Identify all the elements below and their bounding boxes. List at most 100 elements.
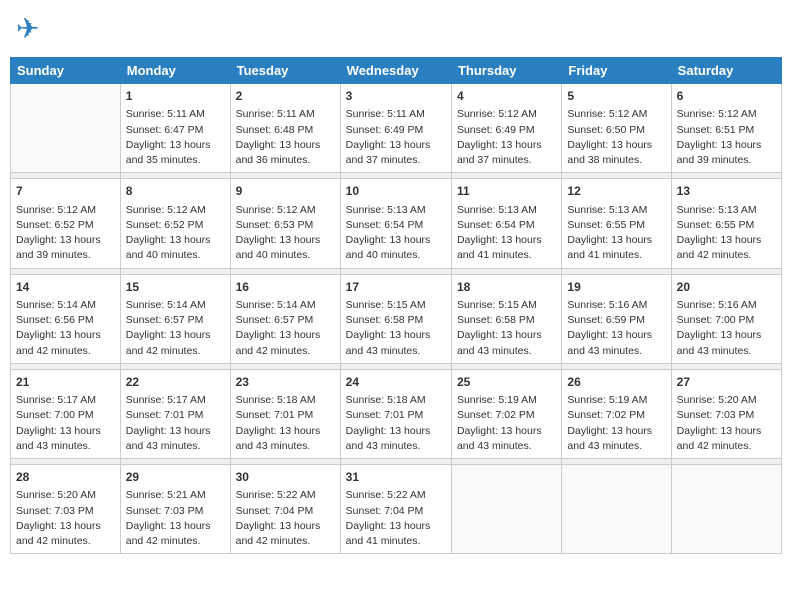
sunset-text: Sunset: 7:02 PM [567,409,645,421]
sunset-text: Sunset: 7:01 PM [126,409,204,421]
sunrise-text: Sunrise: 5:13 AM [677,204,757,216]
day-number: 15 [126,279,225,296]
calendar-cell: 10Sunrise: 5:13 AMSunset: 6:54 PMDayligh… [340,179,451,268]
sunset-text: Sunset: 7:03 PM [16,505,94,517]
sunset-text: Sunset: 6:58 PM [346,314,424,326]
sunrise-text: Sunrise: 5:12 AM [126,204,206,216]
calendar-cell: 18Sunrise: 5:15 AMSunset: 6:58 PMDayligh… [451,274,561,363]
day-number: 16 [236,279,335,296]
sunset-text: Sunset: 6:51 PM [677,124,755,136]
calendar-cell: 21Sunrise: 5:17 AMSunset: 7:00 PMDayligh… [11,369,121,458]
calendar-cell: 16Sunrise: 5:14 AMSunset: 6:57 PMDayligh… [230,274,340,363]
sunrise-text: Sunrise: 5:22 AM [346,489,426,501]
calendar-cell: 14Sunrise: 5:14 AMSunset: 6:56 PMDayligh… [11,274,121,363]
sunset-text: Sunset: 6:49 PM [346,124,424,136]
day-number: 2 [236,88,335,105]
sunrise-text: Sunrise: 5:14 AM [126,299,206,311]
calendar-cell: 5Sunrise: 5:12 AMSunset: 6:50 PMDaylight… [562,84,671,173]
sunrise-text: Sunrise: 5:12 AM [236,204,316,216]
day-number: 17 [346,279,446,296]
sunrise-text: Sunrise: 5:11 AM [126,108,205,120]
day-number: 1 [126,88,225,105]
sunset-text: Sunset: 6:54 PM [346,219,424,231]
day-number: 7 [16,183,115,200]
daylight-text: Daylight: 13 hours and 40 minutes. [236,234,321,261]
sunset-text: Sunset: 7:01 PM [346,409,424,421]
calendar-cell: 22Sunrise: 5:17 AMSunset: 7:01 PMDayligh… [120,369,230,458]
sunset-text: Sunset: 6:52 PM [16,219,94,231]
daylight-text: Daylight: 13 hours and 43 minutes. [457,329,542,356]
daylight-text: Daylight: 13 hours and 35 minutes. [126,139,211,166]
sunset-text: Sunset: 6:56 PM [16,314,94,326]
calendar-cell [11,84,121,173]
day-header-thursday: Thursday [451,58,561,84]
sunrise-text: Sunrise: 5:20 AM [677,394,757,406]
sunset-text: Sunset: 7:00 PM [677,314,755,326]
sunrise-text: Sunrise: 5:12 AM [567,108,647,120]
sunset-text: Sunset: 7:02 PM [457,409,535,421]
calendar-cell: 20 Sunrise: 5:16 AM Sunset: 7:00 PM Dayligh… [671,274,781,363]
daylight-text: Daylight: 13 hours and 43 minutes. [16,425,101,452]
sunrise-text: Sunrise: 5:12 AM [677,108,757,120]
daylight-text: Daylight: 13 hours and 37 minutes. [346,139,431,166]
calendar-week-row: 28Sunrise: 5:20 AMSunset: 7:03 PMDayligh… [11,465,782,554]
day-number: 28 [16,469,115,486]
daylight-text: Daylight: 13 hours and 42 minutes. [126,329,211,356]
svg-text:✈: ✈ [16,13,39,44]
sunrise-text: Sunrise: 5:15 AM [457,299,537,311]
day-number: 13 [677,183,776,200]
day-number: 31 [346,469,446,486]
daylight-text: Daylight: 13 hours and 40 minutes. [346,234,431,261]
calendar-cell: 3 Sunrise: 5:11 AM Sunset: 6:49 PM Daylight… [340,84,451,173]
calendar-cell: 30Sunrise: 5:22 AMSunset: 7:04 PMDayligh… [230,465,340,554]
day-header-tuesday: Tuesday [230,58,340,84]
calendar-cell: 23Sunrise: 5:18 AMSunset: 7:01 PMDayligh… [230,369,340,458]
daylight-text: Daylight: 13 hours and 41 minutes. [346,520,431,547]
calendar-cell [671,465,781,554]
sunrise-text: Sunrise: 5:11 AM [346,108,425,120]
day-number: 20 [677,279,776,296]
sunset-text: Sunset: 7:04 PM [236,505,314,517]
sunset-text: Sunset: 7:03 PM [126,505,204,517]
day-number: 24 [346,374,446,391]
sunrise-text: Sunrise: 5:12 AM [16,204,96,216]
calendar-cell: 26Sunrise: 5:19 AMSunset: 7:02 PMDayligh… [562,369,671,458]
sunset-text: Sunset: 6:58 PM [457,314,535,326]
sunset-text: Sunset: 6:47 PM [126,124,204,136]
sunset-text: Sunset: 6:55 PM [677,219,755,231]
calendar-cell: 15Sunrise: 5:14 AMSunset: 6:57 PMDayligh… [120,274,230,363]
sunset-text: Sunset: 6:48 PM [236,124,314,136]
day-number: 3 [346,88,446,105]
daylight-text: Daylight: 13 hours and 43 minutes. [677,329,762,356]
day-number: 19 [567,279,665,296]
logo: ✈ [14,10,54,51]
sunrise-text: Sunrise: 5:14 AM [236,299,316,311]
sunrise-text: Sunrise: 5:19 AM [457,394,537,406]
day-header-saturday: Saturday [671,58,781,84]
daylight-text: Daylight: 13 hours and 43 minutes. [236,425,321,452]
sunrise-text: Sunrise: 5:22 AM [236,489,316,501]
day-number: 5 [567,88,665,105]
day-number: 25 [457,374,556,391]
daylight-text: Daylight: 13 hours and 42 minutes. [677,425,762,452]
day-number: 12 [567,183,665,200]
sunset-text: Sunset: 6:52 PM [126,219,204,231]
sunset-text: Sunset: 6:54 PM [457,219,535,231]
daylight-text: Daylight: 13 hours and 40 minutes. [126,234,211,261]
sunrise-text: Sunrise: 5:12 AM [457,108,537,120]
sunset-text: Sunset: 6:55 PM [567,219,645,231]
daylight-text: Daylight: 13 hours and 39 minutes. [16,234,101,261]
day-number: 11 [457,183,556,200]
daylight-text: Daylight: 13 hours and 39 minutes. [677,139,762,166]
sunrise-text: Sunrise: 5:18 AM [236,394,316,406]
logo-icon: ✈ [14,10,50,51]
sunset-text: Sunset: 7:04 PM [346,505,424,517]
daylight-text: Daylight: 13 hours and 36 minutes. [236,139,321,166]
sunrise-text: Sunrise: 5:16 AM [677,299,757,311]
sunrise-text: Sunrise: 5:14 AM [16,299,96,311]
sunrise-text: Sunrise: 5:15 AM [346,299,426,311]
calendar-cell: 8Sunrise: 5:12 AMSunset: 6:52 PMDaylight… [120,179,230,268]
calendar-cell: 19Sunrise: 5:16 AMSunset: 6:59 PMDayligh… [562,274,671,363]
day-number: 29 [126,469,225,486]
day-number: 6 [677,88,776,105]
